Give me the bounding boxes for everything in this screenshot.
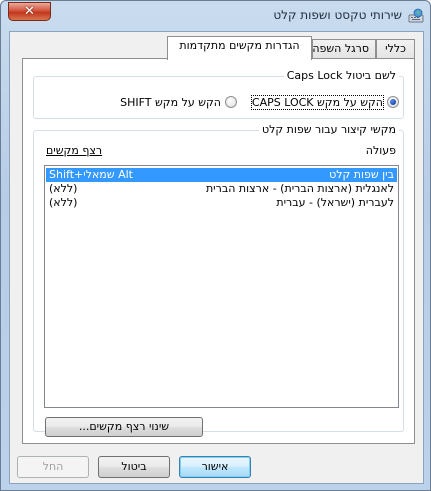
tab-panel: לשם ביטול Caps Lock הקש על מקש CAPS LOCK… [22, 58, 415, 444]
caps-lock-group-title: לשם ביטול Caps Lock [283, 69, 399, 83]
radio-shift-label[interactable]: הקש על מקש SHIFT [120, 96, 221, 109]
list-item-action: לעברית (ישראל) - עברית [276, 196, 394, 209]
change-key-sequence-button[interactable]: שינוי רצף מקשים... [45, 417, 203, 437]
title-bar[interactable]: ✕ שירותי טקסט ושפות קלט [1, 1, 430, 31]
radio-shift-indicator[interactable] [225, 96, 237, 108]
close-button[interactable]: ✕ [8, 2, 51, 21]
radio-shift[interactable]: הקש על מקש SHIFT [120, 94, 237, 110]
tab-general[interactable]: כללי [376, 39, 415, 59]
list-item-action: לאנגלית (ארצות הברית) - ארצות הברית [205, 182, 394, 195]
hotkeys-group: מקשי קיצור עבור שפות קלט פעולה רצף מקשים… [33, 123, 404, 437]
ok-button[interactable]: אישור [179, 456, 251, 478]
column-header-action: פעולה [365, 144, 396, 157]
list-item-keys: (ללא) [49, 182, 78, 195]
apply-button[interactable]: החל [17, 456, 89, 478]
hotkeys-group-title: מקשי קיצור עבור שפות קלט [258, 123, 399, 137]
list-item-keys: (ללא) [49, 196, 78, 209]
radio-caps-lock[interactable]: הקש על מקש CAPS LOCK [250, 94, 399, 110]
list-item[interactable]: לעברית (ישראל) - עברית (ללא) [46, 196, 397, 210]
list-item-action: בין שפות קלט [329, 168, 394, 181]
tab-advanced-key-settings[interactable]: הגדרות מקשים מתקדמות [167, 36, 312, 60]
list-item-keys: Alt שמאלי+Shift [49, 168, 133, 181]
window-title: שירותי טקסט ושפות קלט [273, 8, 402, 22]
hotkeys-list[interactable]: בין שפות קלט Alt שמאלי+Shift לאנגלית (אר… [44, 165, 399, 408]
dialog-window: ✕ שירותי טקסט ושפות קלט כללי סרגל השפה ה… [0, 0, 431, 491]
radio-caps-lock-indicator[interactable] [387, 96, 399, 108]
list-item[interactable]: בין שפות קלט Alt שמאלי+Shift [46, 168, 397, 182]
cancel-button[interactable]: ביטול [98, 456, 170, 478]
caps-lock-group: לשם ביטול Caps Lock הקש על מקש CAPS LOCK… [33, 69, 404, 119]
column-header-key-sequence: רצף מקשים [46, 144, 103, 157]
tab-language-bar[interactable]: סרגל השפה [312, 39, 376, 59]
list-item[interactable]: לאנגלית (ארצות הברית) - ארצות הברית (ללא… [46, 182, 397, 196]
keyboard-globe-icon [408, 8, 424, 23]
radio-caps-lock-label[interactable]: הקש על מקש CAPS LOCK [250, 94, 385, 110]
dialog-client: כללי סרגל השפה הגדרות מקשים מתקדמות לשם … [9, 31, 424, 484]
